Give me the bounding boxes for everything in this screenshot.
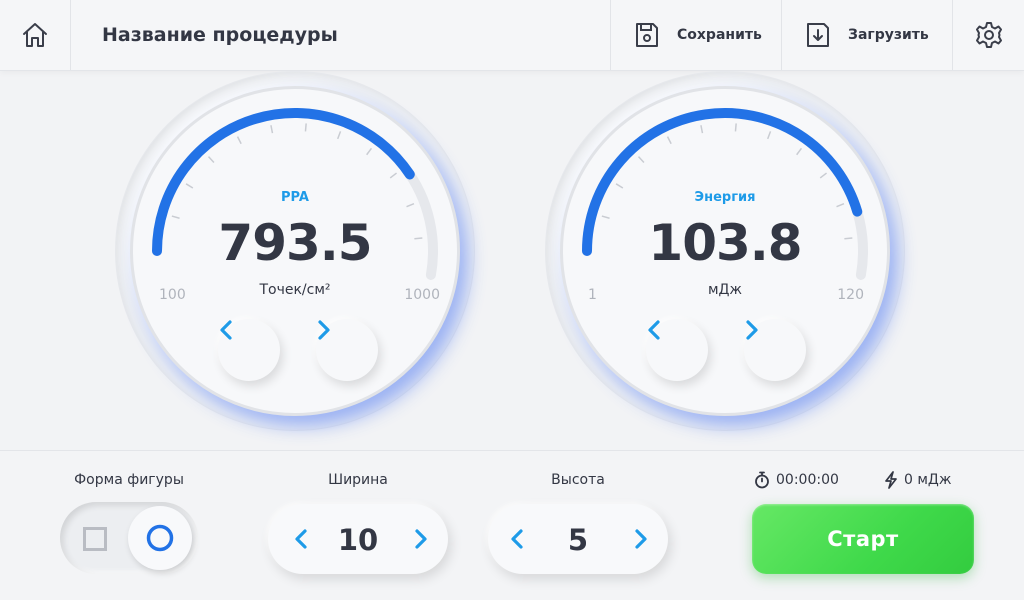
gauge-tick [819,172,828,179]
chevron-right-icon [635,529,647,549]
energy-gauge-min: 1 [588,287,597,303]
shape-label: Форма фигуры [74,472,184,488]
width-increase-button[interactable] [396,504,446,574]
energy-increase-button[interactable] [744,319,806,381]
gauge-tick [615,183,624,189]
chevron-left-icon [220,320,232,340]
gauge-tick [389,172,398,179]
gauge-tick [766,131,772,140]
gauge-tick [336,131,342,140]
chevron-left-icon [511,529,523,549]
start-button[interactable]: Старт [752,504,974,574]
height-label: Высота [551,472,605,488]
floppy-download-icon [807,23,829,47]
chevron-right-icon [415,529,427,549]
height-value: 5 [567,523,589,557]
ppa-gauge: PPA 793.5 Точек/см² 100 1000 [116,72,474,430]
load-button[interactable]: Загрузить [782,0,952,70]
height-stepper: 5 [488,504,668,574]
ppa-gauge-value: 793.5 [218,214,372,272]
stopwatch-icon [755,471,769,489]
chevron-right-icon [318,320,330,340]
shape-toggle[interactable] [60,502,198,574]
width-value: 10 [337,523,379,557]
gauge-tick [236,136,242,145]
circle-shape-icon [146,524,174,552]
timer-status: 00:00:00 [754,471,839,489]
gauge-tick [366,147,373,156]
ppa-increase-button[interactable] [316,319,378,381]
gauge-tick [700,125,704,134]
gauge-tick [185,183,194,189]
gauge-tick [666,136,672,145]
chevron-right-icon [746,320,758,340]
timer-value: 00:00:00 [776,472,839,488]
gauge-tick [637,156,645,164]
gauge-tick [304,123,307,132]
save-button[interactable]: Сохранить [611,0,781,70]
energy-gauge-max: 120 [837,287,864,303]
lightning-icon [885,471,897,489]
energy-decrease-button[interactable] [646,319,708,381]
gauge-tick [734,123,737,132]
gauge-tick [207,156,215,164]
top-bar: Название процедуры Сохранить Загрузить [0,0,1024,71]
height-decrease-button[interactable] [492,504,542,574]
home-icon [23,23,47,47]
page-title: Название процедуры [102,24,338,46]
energy-status: 0 мДж [884,471,951,489]
ppa-decrease-button[interactable] [218,319,280,381]
home-button[interactable] [0,0,70,70]
chevron-left-icon [295,529,307,549]
gauge-tick [796,147,803,156]
floppy-disk-icon [636,23,658,47]
circle-shape-option[interactable] [128,506,192,570]
width-stepper: 10 [268,504,448,574]
energy-value: 0 мДж [904,472,952,488]
height-increase-button[interactable] [616,504,666,574]
save-label: Сохранить [677,27,762,43]
settings-button[interactable] [953,0,1024,70]
ppa-gauge-min: 100 [159,287,186,303]
width-label: Ширина [328,472,388,488]
load-label: Загрузить [848,27,929,43]
gear-icon [975,22,1002,48]
ppa-gauge-label: PPA [281,190,309,205]
energy-gauge: Энергия 103.8 мДж 1 120 [546,72,904,430]
chevron-left-icon [648,320,660,340]
energy-gauge-value: 103.8 [648,214,802,272]
ppa-gauge-max: 1000 [404,287,440,303]
square-shape-icon[interactable] [83,527,107,551]
energy-gauge-label: Энергия [694,190,756,205]
gauge-tick [270,125,274,134]
